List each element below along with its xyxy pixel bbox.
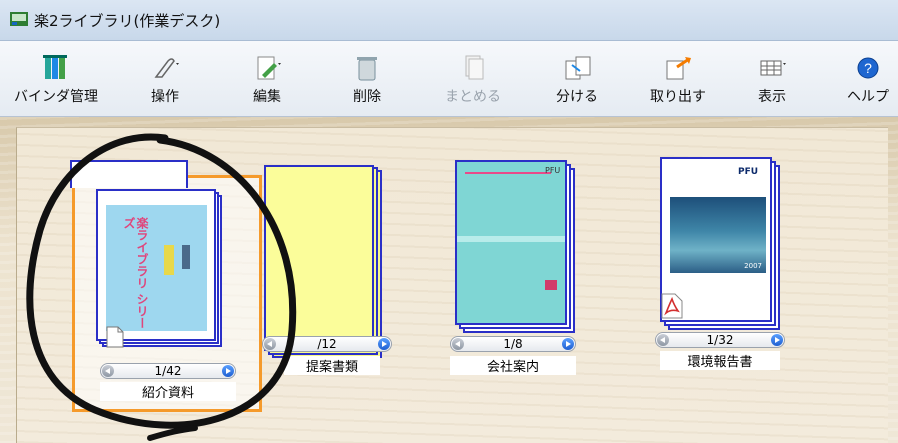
next-page-icon[interactable] (378, 338, 390, 350)
prev-page-icon[interactable] (264, 338, 276, 350)
svg-text:?: ? (864, 60, 872, 76)
page-navigator-proposals[interactable]: /12 (262, 336, 392, 352)
cover-text-block (182, 245, 190, 269)
help-label: ヘルプ (847, 89, 889, 105)
next-page-icon[interactable] (771, 334, 783, 346)
binder-manage-label: バインダ管理 (14, 89, 98, 105)
edit-label: 編集 (253, 89, 281, 105)
edit-button[interactable]: 編集 (232, 41, 302, 116)
grid-view-dropdown-icon (760, 60, 786, 76)
company-cover: PFU (455, 160, 567, 325)
edit-document-icon (257, 56, 281, 80)
page-counter: /12 (317, 337, 337, 351)
intro-cover-title: 楽ライブラリ シリーズ (122, 217, 149, 330)
binders-icon (43, 55, 67, 79)
extract-button[interactable]: 取り出す (630, 41, 726, 116)
split-pages-icon (565, 56, 591, 80)
help-icon: ? (857, 57, 879, 79)
next-page-icon[interactable] (562, 338, 574, 350)
page-navigator-company[interactable]: 1/8 (450, 336, 576, 352)
binder-name: 環境報告書 (660, 351, 780, 370)
company-brand: PFU (545, 166, 561, 175)
front-page: 楽ライブラリ シリーズ (96, 189, 216, 341)
window-title: 楽2ライブラリ(作業デスク) (34, 12, 221, 30)
prev-page-icon[interactable] (452, 338, 464, 350)
view-label: 表示 (758, 89, 786, 105)
toolbar: バインダ管理 操作 編集 削除 まとめる 分ける 取り出す 表示 ? ヘルプ (0, 41, 898, 117)
app-icon (10, 12, 28, 26)
combine-button[interactable]: まとめる (425, 41, 521, 116)
operation-button[interactable]: 操作 (125, 41, 205, 116)
page-counter: 1/42 (154, 364, 182, 378)
binder-name: 紹介資料 (100, 382, 236, 401)
pdf-icon (661, 293, 683, 319)
prev-page-icon[interactable] (102, 365, 114, 377)
split-button[interactable]: 分ける (537, 41, 617, 116)
pen-dropdown-icon (154, 58, 179, 78)
binder-name: 提案書類 (284, 356, 380, 375)
cover-year: 2007 (744, 262, 762, 270)
page-counter: 1/8 (503, 337, 523, 351)
prev-page-icon[interactable] (657, 334, 669, 346)
cover-tag (545, 280, 557, 290)
title-bar: 楽2ライブラリ(作業デスク) (0, 0, 898, 41)
cover-accent-line (465, 172, 551, 174)
operation-label: 操作 (151, 89, 179, 105)
document-icon (106, 326, 124, 348)
split-label: 分ける (556, 89, 598, 105)
environment-brand: PFU (738, 167, 759, 177)
extract-label: 取り出す (650, 89, 706, 105)
front-page-yellow (264, 165, 374, 351)
trash-icon (357, 57, 377, 81)
delete-button[interactable]: 削除 (332, 41, 402, 116)
next-page-icon[interactable] (222, 365, 234, 377)
page-navigator-intro[interactable]: 1/42 (100, 363, 236, 379)
intro-cover: 楽ライブラリ シリーズ (106, 205, 207, 331)
combine-label: まとめる (445, 89, 501, 105)
delete-label: 削除 (353, 89, 381, 105)
back-page-tab (70, 160, 188, 188)
combine-pages-icon (465, 55, 484, 80)
cover-stripe (457, 236, 565, 242)
extract-page-icon (666, 57, 691, 80)
binder-name: 会社案内 (450, 356, 576, 375)
cover-photo: 2007 (670, 197, 766, 273)
help-button[interactable]: ? ヘルプ (838, 41, 898, 116)
cover-accent (164, 245, 174, 275)
page-navigator-environment[interactable]: 1/32 (655, 332, 785, 348)
view-button[interactable]: 表示 (732, 41, 812, 116)
binder-manage-button[interactable]: バインダ管理 (8, 41, 104, 116)
page-counter: 1/32 (706, 333, 734, 347)
